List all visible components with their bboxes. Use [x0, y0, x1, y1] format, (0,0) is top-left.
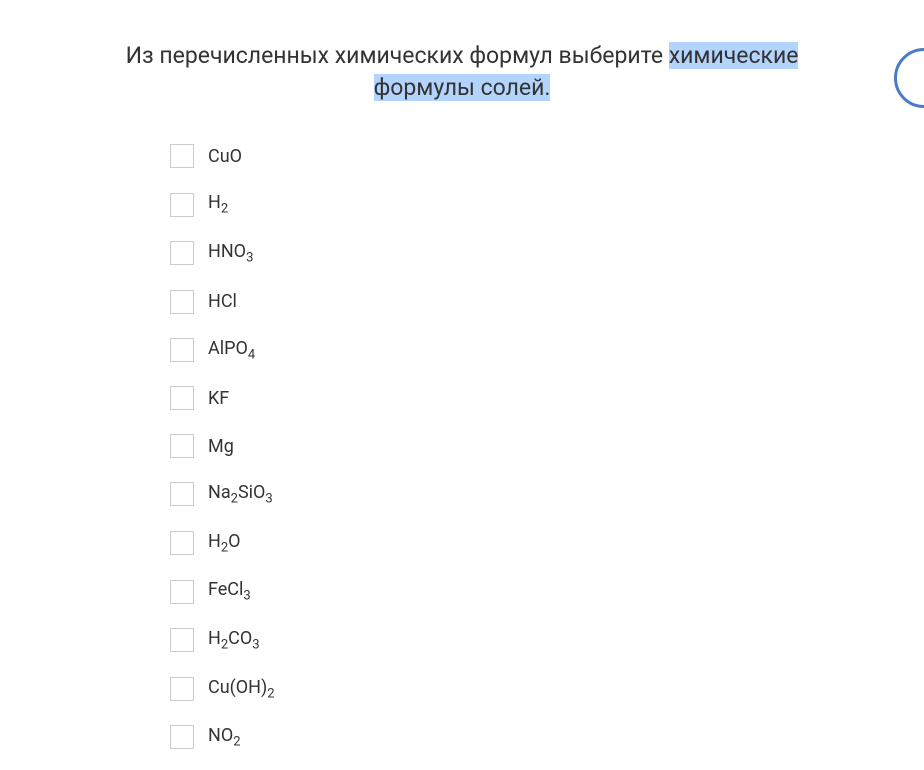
formula-label: Mg: [208, 436, 234, 457]
formula-label: KF: [208, 388, 229, 409]
question-prefix: Из перечисленных химических формул выбер…: [126, 42, 669, 69]
formula-label: HCl: [208, 291, 237, 312]
formula-label: Na2SiO3: [208, 482, 273, 507]
option-item: HCl: [170, 290, 834, 314]
option-item: H2CO3: [170, 628, 834, 653]
formula-label: HNO3: [208, 241, 253, 266]
option-item: KF: [170, 386, 834, 410]
options-list: CuO H2 HNO3 HCl AlPO4 KF Mg Na2SiO3 H2O FeCl3 H2CO…: [90, 144, 834, 749]
formula-label: CuO: [208, 146, 242, 167]
option-item: NO2: [170, 725, 834, 750]
option-item: AlPO4: [170, 338, 834, 363]
formula-label: H2O: [208, 531, 241, 556]
option-item: FeCl3: [170, 579, 834, 604]
checkbox[interactable]: [170, 144, 194, 168]
checkbox[interactable]: [170, 677, 194, 701]
checkbox[interactable]: [170, 193, 194, 217]
checkbox[interactable]: [170, 725, 194, 749]
checkbox[interactable]: [170, 580, 194, 604]
formula-label: H2: [208, 192, 228, 217]
option-item: H2O: [170, 531, 834, 556]
checkbox[interactable]: [170, 531, 194, 555]
option-item: CuO: [170, 144, 834, 168]
checkbox[interactable]: [170, 290, 194, 314]
checkbox[interactable]: [170, 482, 194, 506]
formula-label: NO2: [208, 725, 241, 750]
question-container: Из перечисленных химических формул выбер…: [0, 0, 924, 770]
checkbox[interactable]: [170, 338, 194, 362]
formula-label: H2CO3: [208, 628, 260, 653]
formula-label: FeCl3: [208, 579, 251, 604]
checkbox[interactable]: [170, 434, 194, 458]
option-item: H2: [170, 192, 834, 217]
formula-label: Cu(OH)2: [208, 677, 275, 702]
option-item: HNO3: [170, 241, 834, 266]
checkbox[interactable]: [170, 386, 194, 410]
formula-label: AlPO4: [208, 338, 255, 363]
checkbox[interactable]: [170, 628, 194, 652]
option-item: Na2SiO3: [170, 482, 834, 507]
option-item: Mg: [170, 434, 834, 458]
option-item: Cu(OH)2: [170, 677, 834, 702]
question-text: Из перечисленных химических формул выбер…: [90, 40, 834, 104]
checkbox[interactable]: [170, 241, 194, 265]
